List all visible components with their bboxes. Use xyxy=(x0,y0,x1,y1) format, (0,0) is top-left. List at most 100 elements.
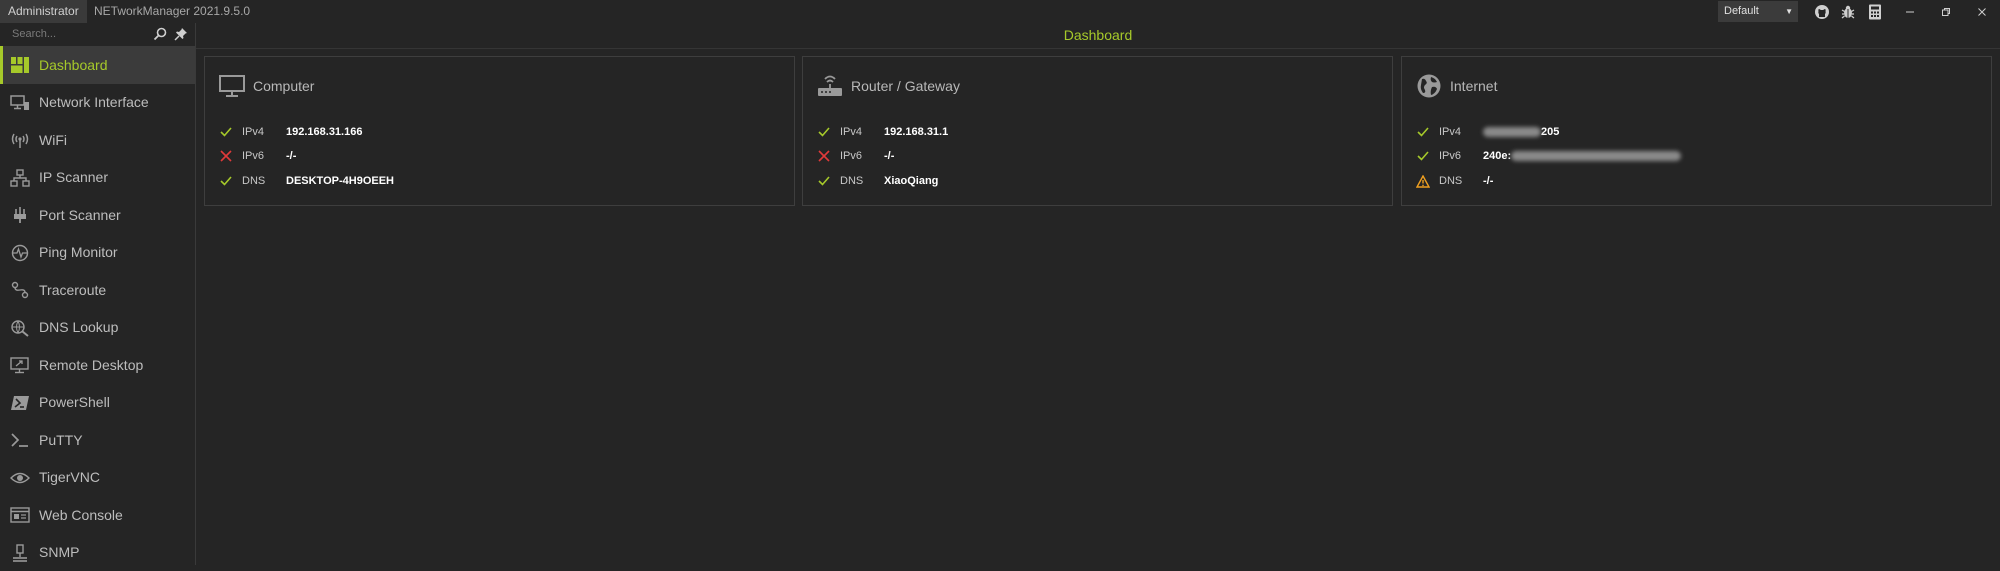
pin-icon[interactable] xyxy=(174,27,188,46)
row-label: DNS xyxy=(840,175,884,187)
user-badge: Administrator xyxy=(0,0,87,23)
row-label: IPv4 xyxy=(1439,126,1483,138)
sidebar-item-network-interface[interactable]: Network Interface xyxy=(0,84,195,122)
sidebar-item-label: SNMP xyxy=(39,544,79,560)
status-row-ipv4: IPv4 192.168.31.1 xyxy=(817,123,948,141)
check-icon xyxy=(1416,125,1430,139)
page-title: Dashboard xyxy=(196,23,2000,49)
powershell-icon xyxy=(10,393,30,413)
title-bar: Administrator NETworkManager 2021.9.5.0 … xyxy=(0,0,2000,23)
row-label: DNS xyxy=(242,175,286,187)
sidebar-item-powershell[interactable]: PowerShell xyxy=(0,384,195,422)
github-icon[interactable] xyxy=(1812,2,1832,22)
status-row-dns: DNS -/- xyxy=(1416,172,1493,190)
card-title: Internet xyxy=(1450,78,1497,94)
row-value: DESKTOP-4H9OEEH xyxy=(286,175,394,187)
check-icon xyxy=(817,125,831,139)
sidebar-item-label: PowerShell xyxy=(39,394,110,410)
minimize-icon xyxy=(1905,7,1915,17)
globe-icon xyxy=(1416,73,1442,99)
profile-select[interactable]: Default ▼ xyxy=(1718,1,1798,22)
sidebar-item-label: Web Console xyxy=(39,507,123,523)
router-card: Router / Gateway IPv4 192.168.31.1 IPv6 … xyxy=(802,56,1393,206)
check-icon xyxy=(1416,149,1430,163)
sidebar-item-tigervnc[interactable]: TigerVNC xyxy=(0,459,195,497)
app-title: NETworkManager 2021.9.5.0 xyxy=(94,0,250,23)
card-title: Computer xyxy=(253,78,314,94)
search-icon[interactable] xyxy=(153,27,167,46)
snmp-icon xyxy=(10,543,30,563)
ping-monitor-icon xyxy=(10,243,30,263)
bug-icon[interactable] xyxy=(1838,2,1858,22)
card-header: Router / Gateway xyxy=(817,73,960,99)
redacted-mask xyxy=(1483,127,1541,137)
status-row-ipv6: IPv6 -/- xyxy=(219,147,296,165)
row-label: IPv6 xyxy=(242,150,286,162)
sidebar-item-dns-lookup[interactable]: DNS Lookup xyxy=(0,309,195,347)
check-icon xyxy=(219,174,233,188)
sidebar-item-label: Traceroute xyxy=(39,282,106,298)
sidebar-nav: Dashboard Network Interface WiFi IP Scan… xyxy=(0,46,195,571)
port-scanner-icon xyxy=(10,205,30,225)
calculator-icon[interactable] xyxy=(1865,2,1885,22)
sidebar-item-label: Network Interface xyxy=(39,94,149,110)
minimize-button[interactable] xyxy=(1893,0,1927,23)
web-console-icon xyxy=(10,505,30,525)
check-icon xyxy=(817,174,831,188)
search-input[interactable] xyxy=(12,26,142,42)
restore-icon xyxy=(1941,7,1951,17)
row-label: IPv4 xyxy=(840,126,884,138)
sidebar-item-remote-desktop[interactable]: Remote Desktop xyxy=(0,346,195,384)
profile-select-value: Default xyxy=(1724,5,1759,17)
sidebar-item-snmp[interactable]: SNMP xyxy=(0,534,195,571)
remote-desktop-icon xyxy=(10,355,30,375)
warning-icon xyxy=(1416,174,1430,188)
row-value: -/- xyxy=(1483,175,1493,187)
sidebar-item-ping-monitor[interactable]: Ping Monitor xyxy=(0,234,195,272)
status-row-dns: DNS XiaoQiang xyxy=(817,172,938,190)
status-row-dns: DNS DESKTOP-4H9OEEH xyxy=(219,172,394,190)
dashboard-icon xyxy=(10,55,30,75)
sidebar-item-label: Ping Monitor xyxy=(39,244,118,260)
sidebar-item-ip-scanner[interactable]: IP Scanner xyxy=(0,159,195,197)
status-row-ipv4: IPv4 192.168.31.166 xyxy=(219,123,362,141)
dns-lookup-icon xyxy=(10,318,30,338)
card-header: Internet xyxy=(1416,73,1497,99)
sidebar: Dashboard Network Interface WiFi IP Scan… xyxy=(0,23,196,565)
computer-card: Computer IPv4 192.168.31.166 IPv6 -/- DN… xyxy=(204,56,795,206)
sidebar-item-label: TigerVNC xyxy=(39,469,100,485)
sidebar-item-label: Dashboard xyxy=(39,57,108,73)
row-value: 205 xyxy=(1541,126,1559,138)
sidebar-item-port-scanner[interactable]: Port Scanner xyxy=(0,196,195,234)
sidebar-item-web-console[interactable]: Web Console xyxy=(0,496,195,534)
card-header: Computer xyxy=(219,73,314,99)
sidebar-item-traceroute[interactable]: Traceroute xyxy=(0,271,195,309)
sidebar-item-wifi[interactable]: WiFi xyxy=(0,121,195,159)
monitor-icon xyxy=(219,73,245,99)
row-value: -/- xyxy=(884,150,894,162)
network-interface-icon xyxy=(10,93,30,113)
traceroute-icon xyxy=(10,280,30,300)
putty-icon xyxy=(10,430,30,450)
restore-button[interactable] xyxy=(1929,0,1963,23)
status-row-ipv6: IPv6 -/- xyxy=(817,147,894,165)
status-row-ipv6: IPv6 240e: xyxy=(1416,147,1681,165)
sidebar-item-putty[interactable]: PuTTY xyxy=(0,421,195,459)
sidebar-item-label: Port Scanner xyxy=(39,207,121,223)
redacted-mask xyxy=(1511,151,1681,161)
row-value: -/- xyxy=(286,150,296,162)
router-icon xyxy=(817,73,843,99)
close-icon xyxy=(1977,7,1987,17)
row-label: DNS xyxy=(1439,175,1483,187)
status-row-ipv4: IPv4 205 xyxy=(1416,123,1559,141)
check-icon xyxy=(219,125,233,139)
chevron-down-icon: ▼ xyxy=(1785,1,1793,22)
sidebar-item-label: Remote Desktop xyxy=(39,357,143,373)
sidebar-search xyxy=(0,23,195,46)
close-button[interactable] xyxy=(1965,0,1999,23)
internet-card: Internet IPv4 205 IPv6 240e: DNS -/- xyxy=(1401,56,1992,206)
row-value: 192.168.31.166 xyxy=(286,126,362,138)
row-label: IPv6 xyxy=(840,150,884,162)
sidebar-item-dashboard[interactable]: Dashboard xyxy=(0,46,195,84)
wifi-icon xyxy=(10,130,30,150)
